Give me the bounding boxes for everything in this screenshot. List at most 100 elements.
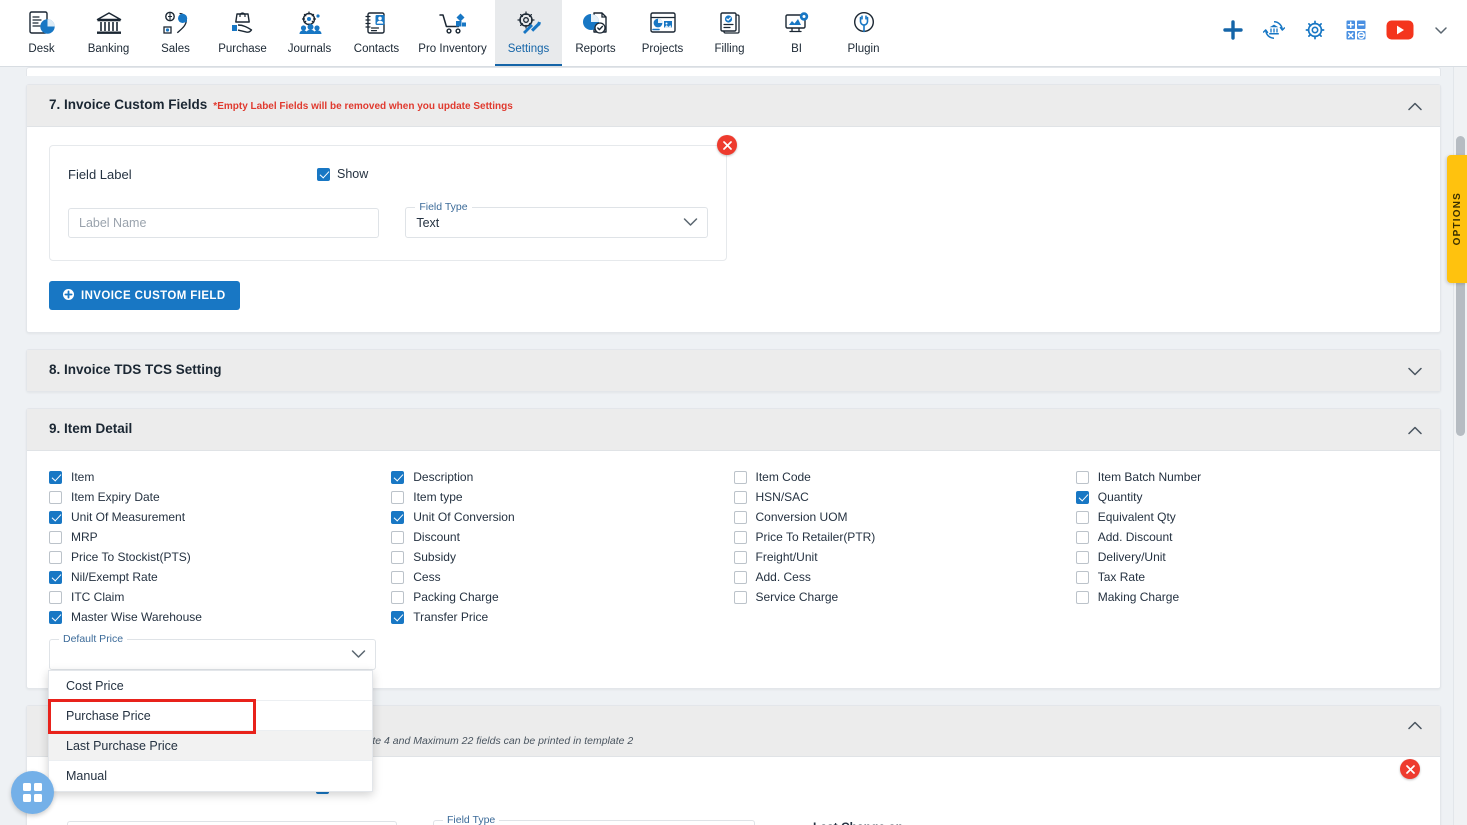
checkbox-row-item[interactable]: Item [49,467,391,487]
nav-item-reports[interactable]: Reports [562,0,629,66]
chevron-down-icon[interactable] [1406,362,1424,380]
label-name-input[interactable] [68,208,380,238]
checkbox[interactable] [391,530,405,544]
checkbox-row-delivery-unit[interactable]: Delivery/Unit [1075,547,1418,567]
checkbox[interactable] [733,510,747,524]
checkbox[interactable] [391,610,405,624]
checkbox-row-discount[interactable]: Discount [391,527,733,547]
checkbox-row-item-expiry-date[interactable]: Item Expiry Date [49,487,391,507]
add-invoice-custom-field-button[interactable]: INVOICE CUSTOM FIELD [49,281,240,310]
checkbox-row-itc-claim[interactable]: ITC Claim [49,587,391,607]
checkbox-row-add-discount[interactable]: Add. Discount [1075,527,1418,547]
checkbox-row-unit-of-conversion[interactable]: Unit Of Conversion [391,507,733,527]
field-type-select[interactable]: Field Type Text [405,201,708,238]
nav-item-settings[interactable]: Settings [495,0,562,66]
section-7-header[interactable]: 7. Invoice Custom Fields *Empty Label Fie… [27,85,1440,127]
checkbox-row-description[interactable]: Description [391,467,733,487]
chevron-down-icon[interactable] [351,646,366,664]
checkbox-row-packing-charge[interactable]: Packing Charge [391,587,733,607]
chevron-up-icon[interactable] [1406,97,1424,115]
checkbox-row-hsn-sac[interactable]: HSN/SAC [733,487,1076,507]
nav-item-desk[interactable]: Desk [8,0,75,66]
gear-settings-icon[interactable] [1304,19,1326,41]
option-last-purchase-price[interactable]: Last Purchase Price [49,731,372,761]
nav-item-filling[interactable]: Filling [696,0,763,66]
checkbox-row-equivalent-qty[interactable]: Equivalent Qty [1075,507,1418,527]
checkbox[interactable] [1075,570,1089,584]
checkbox[interactable] [1075,550,1089,564]
checkbox[interactable] [733,550,747,564]
nav-item-sales[interactable]: Sales [142,0,209,66]
option-cost-price[interactable]: Cost Price [49,671,372,701]
show-checkbox-row[interactable]: Show [317,167,368,181]
checkbox-row-add-cess[interactable]: Add. Cess [733,567,1076,587]
checkbox-row-item-type[interactable]: Item type [391,487,733,507]
section-9-header[interactable]: 9. Item Detail [27,409,1440,451]
nav-item-purchase[interactable]: Purchase [209,0,276,66]
checkbox-row-mrp[interactable]: MRP [49,527,391,547]
checkbox-row-freight-unit[interactable]: Freight/Unit [733,547,1076,567]
checkbox[interactable] [1075,490,1089,504]
checkbox[interactable] [1075,590,1089,604]
youtube-icon[interactable] [1386,20,1414,40]
checkbox-row-price-to-retailer[interactable]: Price To Retailer(PTR) [733,527,1076,547]
option-purchase-price[interactable]: Purchase Price [49,701,372,731]
chevron-down-icon[interactable] [683,214,698,232]
chevron-up-icon[interactable] [1406,716,1424,734]
show-checkbox[interactable] [317,167,330,181]
option-manual[interactable]: Manual [49,761,372,791]
nav-item-plugin[interactable]: Plugin [830,0,897,66]
checkbox-row-subsidy[interactable]: Subsidy [391,547,733,567]
checkbox[interactable] [49,610,62,624]
bank-refresh-icon[interactable] [1263,19,1285,41]
nav-item-pro-inventory[interactable]: Pro Inventory [410,0,495,66]
checkbox-row-tax-rate[interactable]: Tax Rate [1075,567,1418,587]
checkbox[interactable] [49,510,62,524]
nav-item-bi[interactable]: BI [763,0,830,66]
nav-item-contacts[interactable]: Contacts [343,0,410,66]
checkbox[interactable] [391,490,405,504]
checkbox[interactable] [391,470,405,484]
remove-custom-field-button[interactable] [717,135,737,155]
checkbox[interactable] [49,530,62,544]
checkbox-row-price-to-stockist[interactable]: Price To Stockist(PTS) [49,547,391,567]
chevron-down-icon[interactable] [1433,22,1449,38]
checkbox-row-item-code[interactable]: Item Code [733,467,1076,487]
checkbox[interactable] [391,550,405,564]
section-8-header[interactable]: 8. Invoice TDS TCS Setting [27,350,1440,391]
options-side-tab[interactable]: OPTIONS [1447,155,1467,283]
checkbox-row-transfer-price[interactable]: Transfer Price [391,607,733,627]
checkbox-row-making-charge[interactable]: Making Charge [1075,587,1418,607]
checkbox-row-service-charge[interactable]: Service Charge [733,587,1076,607]
checkbox[interactable] [1075,510,1089,524]
default-price-select[interactable]: Default Price [49,633,376,670]
checkbox[interactable] [733,590,747,604]
checkbox[interactable] [391,570,405,584]
checkbox[interactable] [49,590,62,604]
nav-item-projects[interactable]: Projects [629,0,696,66]
checkbox[interactable] [733,530,747,544]
remove-custom-field-button-2[interactable] [1400,759,1420,779]
chevron-up-icon[interactable] [1406,421,1424,439]
checkbox-row-item-batch-number[interactable]: Item Batch Number [1075,467,1418,487]
checkbox-row-master-wise-warehouse[interactable]: Master Wise Warehouse [49,607,391,627]
checkbox-row-quantity[interactable]: Quantity [1075,487,1418,507]
checkbox[interactable] [49,570,62,584]
checkbox[interactable] [733,490,747,504]
nav-item-journals[interactable]: Journals [276,0,343,66]
checkbox-row-nil-exempt-rate[interactable]: Nil/Exempt Rate [49,567,391,587]
checkbox-row-cess[interactable]: Cess [391,567,733,587]
checkbox[interactable] [733,570,747,584]
checkbox-row-conversion-uom[interactable]: Conversion UOM [733,507,1076,527]
apps-grid-button[interactable] [11,771,54,814]
checkbox[interactable] [49,550,62,564]
label-name-input-2[interactable] [67,820,397,825]
checkbox[interactable] [1075,530,1089,544]
checkbox[interactable] [49,490,62,504]
checkbox-row-unit-of-measurement[interactable]: Unit Of Measurement [49,507,391,527]
checkbox[interactable] [1075,470,1089,484]
checkbox[interactable] [49,470,62,484]
nav-item-banking[interactable]: Banking [75,0,142,66]
checkbox[interactable] [391,510,405,524]
checkbox[interactable] [733,470,747,484]
